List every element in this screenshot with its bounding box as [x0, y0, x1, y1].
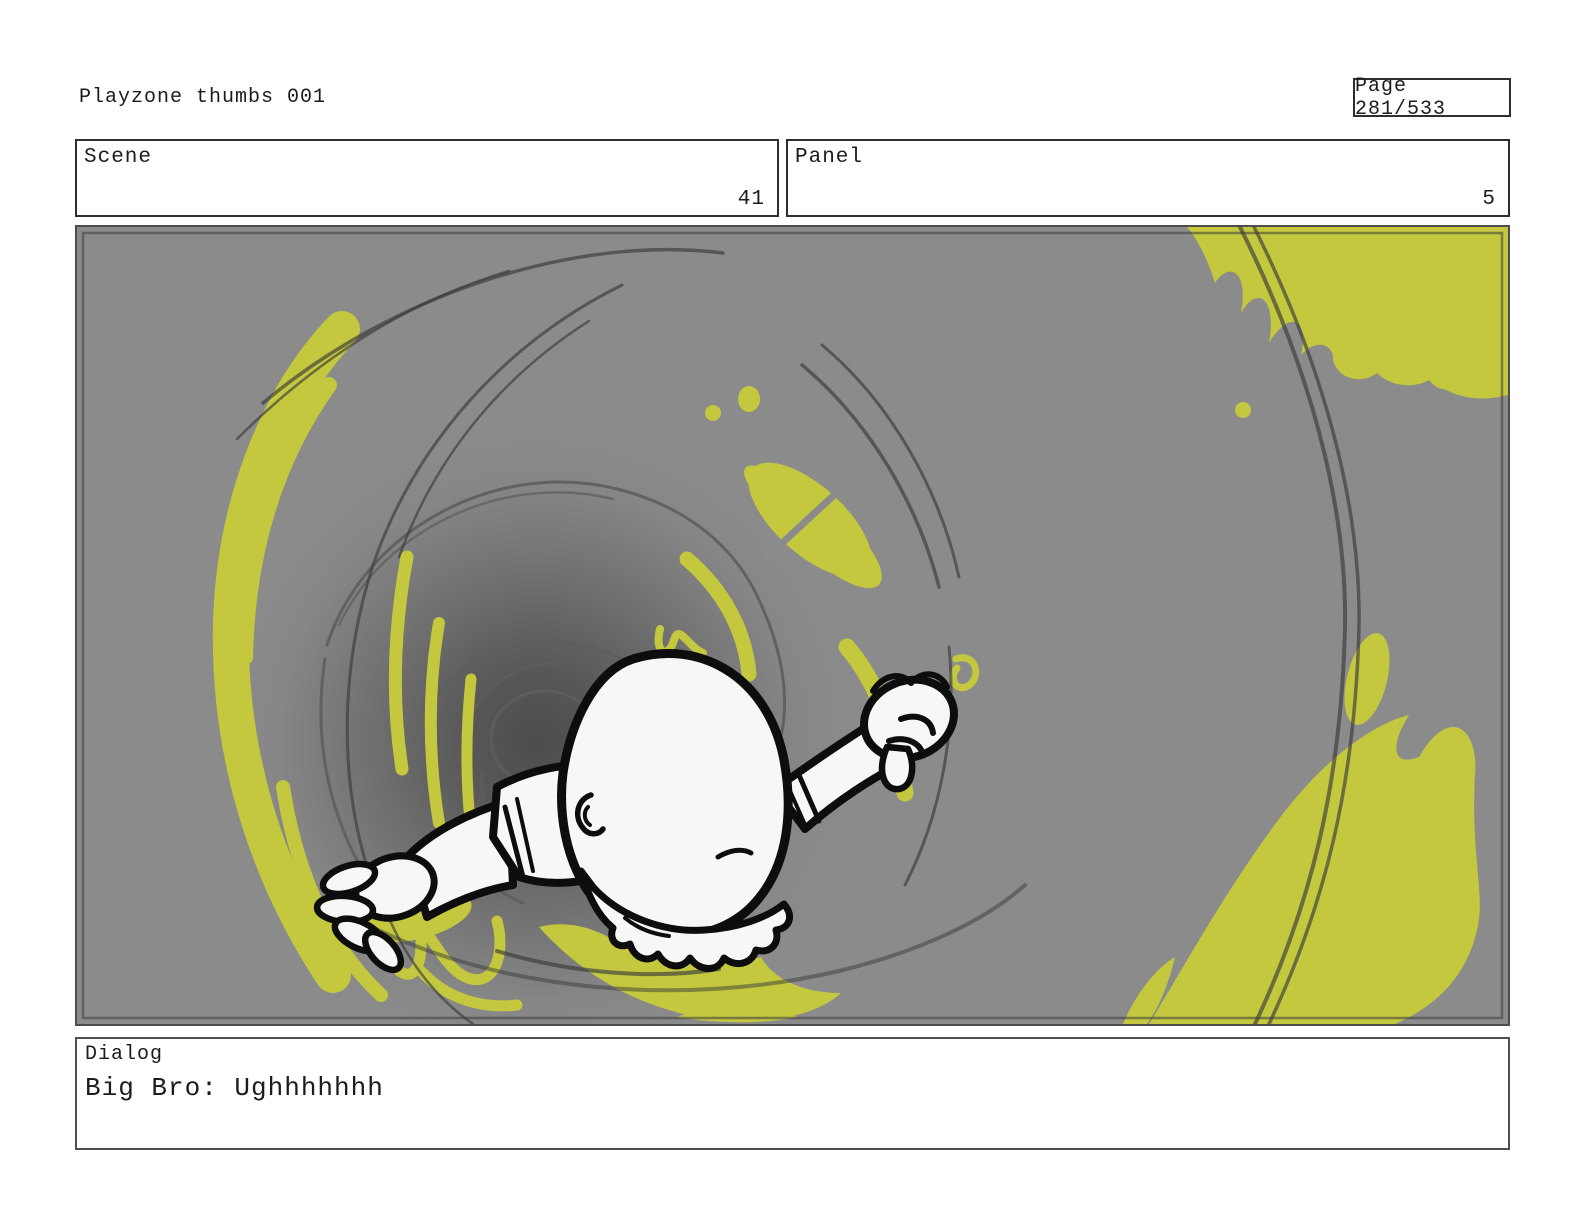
dialog-label: Dialog	[85, 1043, 164, 1066]
page-number-box: Page 281/533	[1353, 75, 1511, 121]
scene-value: 41	[737, 188, 765, 211]
page-number-label: Page 281/533	[1355, 74, 1447, 121]
storyboard-drawing	[77, 227, 1508, 1024]
storyboard-panel-frame	[75, 225, 1510, 1026]
storyboard-page: { "header": { "title": "Playzone thumbs …	[0, 0, 1584, 1224]
document-title: Playzone thumbs 001	[79, 86, 327, 109]
scene-cell: Scene 41	[75, 139, 779, 217]
panel-label: Panel	[795, 146, 864, 169]
panel-value: 5	[1482, 188, 1496, 211]
dialog-text: Big Bro: Ughhhhhhh	[85, 1073, 384, 1103]
scene-label: Scene	[84, 146, 153, 169]
panel-cell: Panel 5	[786, 139, 1510, 217]
dialog-box: Dialog Big Bro: Ughhhhhhh	[75, 1037, 1510, 1150]
